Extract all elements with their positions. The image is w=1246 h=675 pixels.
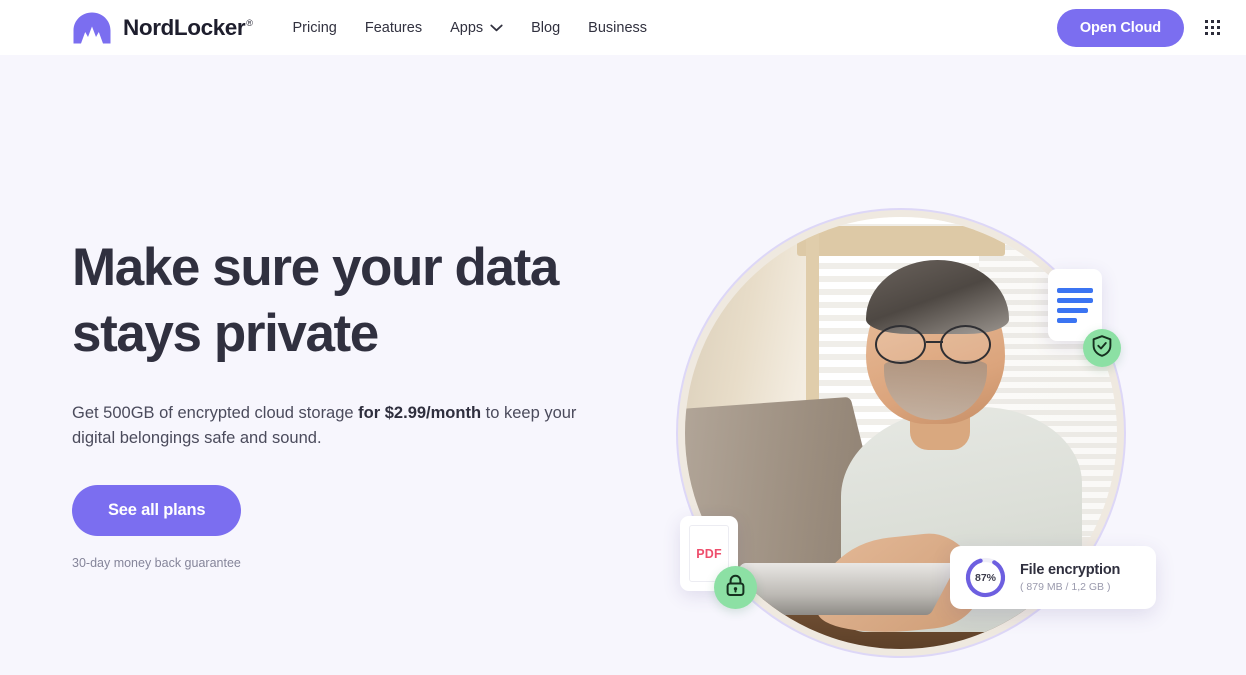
grid-dot (1205, 20, 1208, 23)
grid-dot (1211, 20, 1214, 23)
nav-item-apps[interactable]: Apps (450, 20, 503, 36)
document-lines-icon (1057, 317, 1077, 323)
file-encryption-card: 87% File encryption ( 879 MB / 1,2 GB ) (950, 546, 1156, 609)
encryption-progress-ring: 87% (964, 556, 1007, 599)
shield-check-icon (1092, 334, 1112, 362)
document-lines-icon (1057, 307, 1088, 313)
nav-item-business[interactable]: Business (588, 20, 647, 36)
document-lines-icon (1057, 297, 1093, 303)
grid-dot (1211, 26, 1214, 29)
site-header: NordLocker Pricing Features Apps Blog Bu… (0, 0, 1246, 55)
grid-dot (1217, 32, 1220, 35)
nordlocker-mountain-logo (72, 11, 112, 45)
glasses-lens (940, 325, 992, 364)
brand-name: NordLocker (123, 15, 253, 41)
grid-dot (1205, 32, 1208, 35)
photo-window-frame (797, 225, 1005, 256)
apps-grid-icon[interactable] (1205, 20, 1220, 35)
photo-person-glasses (875, 325, 996, 364)
encryption-card-text: File encryption ( 879 MB / 1,2 GB ) (1020, 562, 1120, 593)
money-back-guarantee-text: 30-day money back guarantee (72, 556, 241, 570)
nav-item-blog[interactable]: Blog (531, 20, 560, 36)
nav-label: Pricing (292, 19, 337, 36)
nav-item-pricing[interactable]: Pricing (293, 20, 337, 36)
nav-label: Blog (531, 19, 561, 36)
main-navigation: Pricing Features Apps Blog Business (293, 20, 648, 36)
grid-dot (1211, 32, 1214, 35)
chevron-down-icon (490, 20, 503, 36)
headline-line-1: Make sure your data (72, 238, 559, 297)
document-lines-icon (1057, 287, 1093, 293)
hero-subheading: Get 500GB of encrypted cloud storage for… (72, 401, 597, 451)
header-actions: Open Cloud (1056, 8, 1220, 47)
grid-dot (1205, 26, 1208, 29)
brand-logo[interactable]: NordLocker (72, 11, 253, 45)
subhead-part-1: Get 500GB of encrypted cloud storage (72, 404, 359, 422)
subhead-price: for $2.99/month (358, 404, 482, 422)
shield-check-badge (1083, 329, 1121, 367)
glasses-bridge (925, 340, 943, 343)
hero-copy: Make sure your data stays private Get 50… (72, 235, 632, 570)
nav-label: Apps (450, 19, 484, 36)
encryption-card-subtitle: ( 879 MB / 1,2 GB ) (1020, 581, 1111, 593)
grid-dot (1217, 20, 1220, 23)
hero-visual: PDF 87% File encryption (879 MB / 1,2 G… (676, 208, 1156, 658)
padlock-badge (714, 566, 757, 609)
headline-line-2: stays private (72, 304, 379, 363)
page-title: Make sure your data stays private (72, 235, 632, 367)
padlock-icon (725, 574, 746, 602)
see-all-plans-button[interactable]: See all plans (72, 485, 242, 536)
grid-dot (1217, 26, 1220, 29)
nav-label: Business (588, 19, 648, 36)
nav-label: Features (364, 19, 423, 36)
encryption-card-title: File encryption (1020, 562, 1121, 578)
nav-item-features[interactable]: Features (365, 20, 422, 36)
open-cloud-button[interactable]: Open Cloud (1056, 8, 1184, 47)
glasses-lens (875, 325, 926, 364)
hero-section: Make sure your data stays private Get 50… (0, 55, 1246, 675)
encryption-percent-label: 87% (974, 571, 996, 584)
